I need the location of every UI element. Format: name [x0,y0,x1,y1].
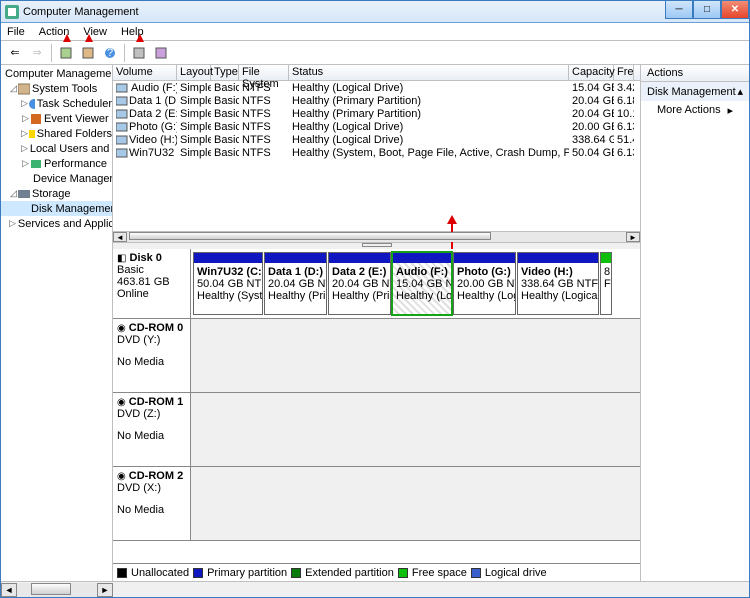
partition[interactable]: Audio (F:)15.04 GB NTFHealthy (Logi [392,252,452,315]
table-row[interactable]: Photo (G:)SimpleBasicNTFSHealthy (Logica… [113,120,640,133]
more-actions-item[interactable]: More Actions▸ [641,101,749,119]
tree-services[interactable]: ▷Services and Applicatio [1,216,112,231]
disk-info[interactable]: ◉ CD-ROM 2DVD (X:)No Media [113,467,191,540]
title-bar[interactable]: Computer Management ─ □ ✕ [1,1,749,23]
forward-button[interactable]: ⇒ [27,43,47,63]
tree-item[interactable]: ▷Performance [1,156,112,171]
tree-item[interactable]: ▷Task Scheduler [1,96,112,111]
tree-item[interactable]: Device Manager [1,171,112,186]
cdrom-icon: ◉ [117,397,126,408]
volume-icon [116,147,128,158]
volume-icon [116,108,128,119]
disk-row[interactable]: ◧ Disk 0 Basic 463.81 GB Online Win7U32 … [113,249,640,319]
volume-grid[interactable]: Audio (F:)SimpleBasicNTFSHealthy (Logica… [113,81,640,231]
tree-system-tools[interactable]: ◿System Tools [1,81,112,96]
cdrom-icon: ◉ [117,471,126,482]
legend-swatch-icon [398,568,408,578]
toolbar: ⇐ ⇒ ? [1,41,749,65]
maximize-button[interactable]: □ [693,1,721,19]
collapse-icon[interactable]: ▴ [737,85,743,98]
disk-layout-pane[interactable]: ◧ Disk 0 Basic 463.81 GB Online Win7U32 … [113,249,640,563]
tree-item[interactable]: ▷Shared Folders [1,126,112,141]
app-icon [5,5,19,19]
table-row[interactable]: Audio (F:)SimpleBasicNTFSHealthy (Logica… [113,81,640,94]
col-free[interactable]: Fre [614,65,634,80]
col-volume[interactable]: Volume [113,65,177,80]
disk-info[interactable]: ◉ CD-ROM 1DVD (Z:)No Media [113,393,191,466]
svg-text:?: ? [107,47,113,59]
col-filesystem[interactable]: File System [239,65,289,80]
actions-pane: Actions Disk Management▴ More Actions▸ [641,65,749,581]
partition[interactable]: Data 1 (D:)20.04 GB NTFSHealthy (Prima [264,252,327,315]
volume-icon [116,95,128,106]
scroll-right-button[interactable]: ► [97,583,113,597]
disk-icon: ◧ [117,253,126,264]
scroll-left-button[interactable]: ◄ [113,232,127,242]
tree-item[interactable]: ▷Local Users and Gr [1,141,112,156]
tree-root[interactable]: Computer Management [1,66,112,81]
tree-scrollbar[interactable]: ◄ ► [1,581,749,597]
back-button[interactable]: ⇐ [5,43,25,63]
table-row[interactable]: Video (H:)SimpleBasicNTFSHealthy (Logica… [113,133,640,146]
legend: Unallocated Primary partition Extended p… [113,563,640,581]
volume-grid-header[interactable]: Volume Layout Type File System Status Ca… [113,65,640,81]
col-type[interactable]: Type [211,65,239,80]
horizontal-scrollbar[interactable]: ◄ ► [113,231,640,243]
col-capacity[interactable]: Capacity [569,65,614,80]
partition[interactable]: Data 2 (E:)20.04 GB NTFSHealthy (Prima [328,252,391,315]
toolbar-button-2[interactable] [78,43,98,63]
partition[interactable]: 8Fr [600,252,612,315]
volume-icon [116,82,128,93]
legend-swatch-icon [291,568,301,578]
toolbar-button-4[interactable] [151,43,171,63]
scroll-right-button[interactable]: ► [626,232,640,242]
table-row[interactable]: Data 1 (D:)SimpleBasicNTFSHealthy (Prima… [113,94,640,107]
window-title: Computer Management [23,6,139,18]
partition[interactable]: Video (H:)338.64 GB NTFSHealthy (Logical… [517,252,599,315]
disk-row[interactable]: ◉ CD-ROM 2DVD (X:)No Media [113,467,640,541]
minimize-button[interactable]: ─ [665,1,693,19]
tree-disk-management[interactable]: Disk Management [1,201,112,216]
actions-section[interactable]: Disk Management▴ [641,82,749,101]
scroll-left-button[interactable]: ◄ [1,583,17,597]
help-button[interactable]: ? [100,43,120,63]
disk-info[interactable]: ◉ CD-ROM 0DVD (Y:)No Media [113,319,191,392]
chevron-right-icon: ▸ [727,104,733,117]
legend-swatch-icon [117,568,127,578]
col-status[interactable]: Status [289,65,569,80]
disk-row[interactable]: ◉ CD-ROM 1DVD (Z:)No Media [113,393,640,467]
disk-row[interactable]: ◉ CD-ROM 0DVD (Y:)No Media [113,319,640,393]
volume-icon [116,121,128,132]
cdrom-icon: ◉ [117,323,126,334]
toolbar-button-1[interactable] [56,43,76,63]
legend-swatch-icon [471,568,481,578]
tree-storage[interactable]: ◿Storage [1,186,112,201]
volume-icon [116,134,128,145]
legend-swatch-icon [193,568,203,578]
disk-info[interactable]: ◧ Disk 0 Basic 463.81 GB Online [113,249,191,318]
partition[interactable]: Win7U32 (C:)50.04 GB NTFSHealthy (System… [193,252,263,315]
toolbar-button-3[interactable] [129,43,149,63]
table-row[interactable]: Data 2 (E:)SimpleBasicNTFSHealthy (Prima… [113,107,640,120]
actions-header: Actions [641,65,749,82]
partition[interactable]: Photo (G:)20.00 GB NTFSHealthy (Logic [453,252,516,315]
close-button[interactable]: ✕ [721,1,749,19]
menu-file[interactable]: File [5,25,27,39]
tree-item[interactable]: ▷Event Viewer [1,111,112,126]
table-row[interactable]: Win7U32 (C:)SimpleBasicNTFSHealthy (Syst… [113,146,640,159]
col-layout[interactable]: Layout [177,65,211,80]
navigation-tree[interactable]: Computer Management ◿System Tools ▷Task … [1,65,113,581]
menu-bar: File Action View Help [1,23,749,41]
